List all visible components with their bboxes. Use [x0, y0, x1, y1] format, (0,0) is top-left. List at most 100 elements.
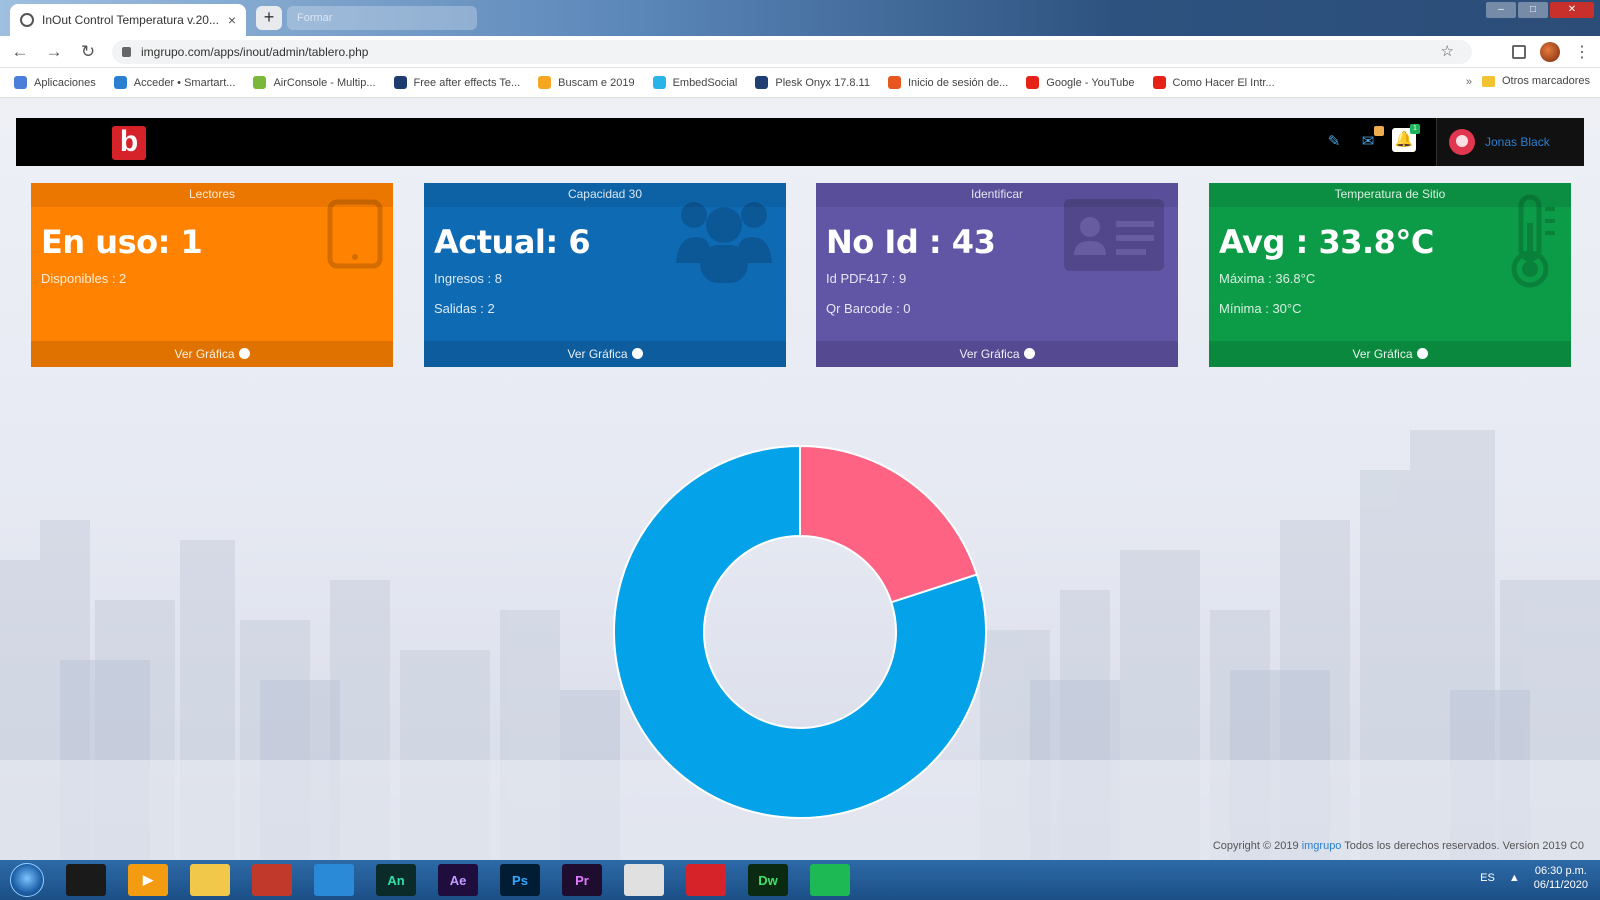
- bookmark-item[interactable]: AirConsole - Multip...: [253, 76, 376, 89]
- ver-grafica-link[interactable]: Ver Gráfica: [424, 341, 786, 367]
- bookmark-item[interactable]: Buscam e 2019: [538, 76, 635, 89]
- bookmark-item[interactable]: Plesk Onyx 17.8.11: [755, 76, 870, 89]
- card-main-value: No Id : 43: [826, 223, 996, 261]
- spotify-icon[interactable]: [810, 864, 850, 896]
- card-temperatura: Temperatura de Sitio Avg : 33.8°C Máxima…: [1209, 183, 1571, 367]
- clock-time: 06:30 p.m.: [1534, 865, 1587, 877]
- bookmark-favicon-icon: [755, 76, 769, 89]
- ver-grafica-link[interactable]: Ver Gráfica: [1209, 341, 1571, 367]
- user-avatar: [1449, 129, 1475, 155]
- system-tray: ES ▲ 06:30 p.m. 06/11/2020: [1480, 864, 1588, 892]
- ver-grafica-link[interactable]: Ver Gráfica: [31, 341, 393, 367]
- copyright-suffix: Todos los derechos reservados. Version 2…: [1344, 840, 1584, 852]
- users-icon: [676, 202, 772, 283]
- card-detail: Máxima : 36.8°C: [1219, 271, 1316, 286]
- tablet-icon: [327, 199, 383, 269]
- bookmark-item[interactable]: EmbedSocial: [652, 76, 737, 89]
- browser-tabstrip: InOut Control Temperatura v.20... × + Fo…: [0, 0, 1600, 36]
- ver-grafica-link[interactable]: Ver Gráfica: [816, 341, 1178, 367]
- profile-avatar[interactable]: [1540, 42, 1560, 62]
- card-detail: Ingresos : 8: [434, 271, 502, 286]
- messages-badge: [1374, 126, 1384, 136]
- bookmark-favicon-icon: [113, 76, 127, 89]
- clock[interactable]: 06:30 p.m. 06/11/2020: [1534, 864, 1588, 892]
- animate-icon[interactable]: An: [376, 864, 416, 896]
- bookmark-favicon-icon: [652, 76, 666, 89]
- ver-grafica-label: Ver Gráfica: [1352, 347, 1413, 361]
- card-capacidad: Capacidad 30 Actual: 6 Ingresos : 8 Sali…: [424, 183, 786, 367]
- card-detail: Mínima : 30°C: [1219, 301, 1302, 316]
- donut-slice-0[interactable]: [799, 444, 979, 604]
- bookmark-item[interactable]: Free after effects Te...: [393, 76, 520, 89]
- browser-tab-active[interactable]: InOut Control Temperatura v.20... ×: [10, 4, 246, 36]
- bookmark-label: Acceder • Smartart...: [133, 76, 236, 89]
- notifications-bell-icon[interactable]: 🔔 1: [1392, 124, 1420, 152]
- folder-icon[interactable]: [190, 864, 230, 896]
- back-arrow-icon[interactable]: ←: [6, 42, 34, 62]
- browser-tab-background[interactable]: Formar: [287, 6, 477, 30]
- bookmark-favicon-icon: [538, 76, 552, 89]
- other-bookmarks-folder[interactable]: Otros marcadores: [1481, 75, 1590, 87]
- app-red-icon[interactable]: [252, 864, 292, 896]
- bookmark-label: Buscam e 2019: [558, 76, 635, 89]
- maximize-button[interactable]: □: [1518, 2, 1548, 18]
- bookmark-item[interactable]: Aplicaciones: [14, 76, 96, 89]
- bookmarks-overflow-icon[interactable]: »: [1466, 76, 1472, 88]
- cast-icon[interactable]: [1512, 45, 1526, 59]
- ver-grafica-label: Ver Gráfica: [567, 347, 628, 361]
- brand-logo[interactable]: b: [112, 126, 146, 160]
- company-link[interactable]: imgrupo: [1302, 840, 1342, 852]
- id-card-icon: [1064, 199, 1164, 271]
- user-menu[interactable]: Jonas Black: [1436, 118, 1584, 166]
- bookmarks-bar: Aplicaciones Acceder • Smartart... AirCons…: [0, 68, 1600, 98]
- bookmark-star-icon[interactable]: ☆: [1441, 42, 1454, 60]
- bookmark-favicon-icon: [1026, 76, 1040, 89]
- dashboard-page: b ✎ ✉ 🔔 1 Jonas Black Lectores En uso: 1 …: [0, 98, 1600, 860]
- url-input[interactable]: imgrupo.com/apps/inout/admin/tablero.php…: [112, 40, 1472, 64]
- bookmark-item[interactable]: Inicio de sesión de...: [887, 76, 1009, 89]
- tab-close-icon[interactable]: ×: [228, 12, 236, 28]
- arrow-circle-icon: [238, 348, 250, 359]
- card-main-value: Actual: 6: [434, 223, 591, 261]
- tab-favicon-icon: [20, 13, 34, 27]
- copyright-footer: Copyright © 2019 imgrupo Todos los derec…: [1213, 840, 1584, 852]
- premiere-icon[interactable]: Pr: [562, 864, 602, 896]
- bookmark-item[interactable]: Acceder • Smartart...: [113, 76, 236, 89]
- bookmark-item[interactable]: Como Hacer El Intr...: [1152, 76, 1275, 89]
- media-player-icon[interactable]: ▶: [128, 864, 168, 896]
- after-effects-icon[interactable]: Ae: [438, 864, 478, 896]
- bookmark-item[interactable]: Google - YouTube: [1026, 76, 1135, 89]
- outlook-icon[interactable]: [314, 864, 354, 896]
- dreamweaver-icon[interactable]: Dw: [748, 864, 788, 896]
- other-bookmarks-label: Otros marcadores: [1501, 75, 1590, 87]
- minimize-button[interactable]: –: [1486, 2, 1516, 18]
- bookmark-label: Inicio de sesión de...: [907, 76, 1009, 89]
- game-icon[interactable]: [66, 864, 106, 896]
- reload-icon[interactable]: ↻: [74, 42, 102, 62]
- messages-icon[interactable]: ✉: [1356, 126, 1384, 154]
- bookmark-favicon-icon: [393, 76, 407, 89]
- card-main-value: En uso: 1: [41, 223, 203, 261]
- photoshop-icon[interactable]: Ps: [500, 864, 540, 896]
- tray-arrow-icon[interactable]: ▲: [1509, 872, 1520, 884]
- forward-arrow-icon[interactable]: →: [40, 42, 68, 62]
- windows-taskbar: ▶ An Ae Ps Pr Dw ES ▲ 06:30 p.m. 06/11/2020: [0, 860, 1600, 900]
- tab-title: InOut Control Temperatura v.20...: [42, 13, 219, 27]
- window-close-button[interactable]: ✕: [1550, 2, 1594, 18]
- start-button[interactable]: [10, 863, 44, 897]
- bookmark-label: Como Hacer El Intr...: [1172, 76, 1275, 89]
- chrome-icon[interactable]: [624, 864, 664, 896]
- ver-grafica-label: Ver Gráfica: [174, 347, 235, 361]
- acrobat-icon[interactable]: [686, 864, 726, 896]
- bookmark-favicon-icon: [253, 76, 267, 89]
- wrench-icon[interactable]: ✎: [1322, 130, 1346, 154]
- bookmark-label: Plesk Onyx 17.8.11: [775, 76, 870, 89]
- bookmark-favicon-icon: [887, 76, 901, 89]
- language-indicator[interactable]: ES: [1480, 872, 1495, 884]
- new-tab-button[interactable]: +: [256, 6, 282, 30]
- arrow-circle-icon: [1023, 348, 1035, 359]
- lock-icon: [122, 47, 131, 57]
- top-navbar: b ✎ ✉ 🔔 1 Jonas Black: [16, 118, 1584, 166]
- donut-chart: [613, 444, 987, 819]
- menu-dots-icon[interactable]: ⋮: [1574, 42, 1590, 62]
